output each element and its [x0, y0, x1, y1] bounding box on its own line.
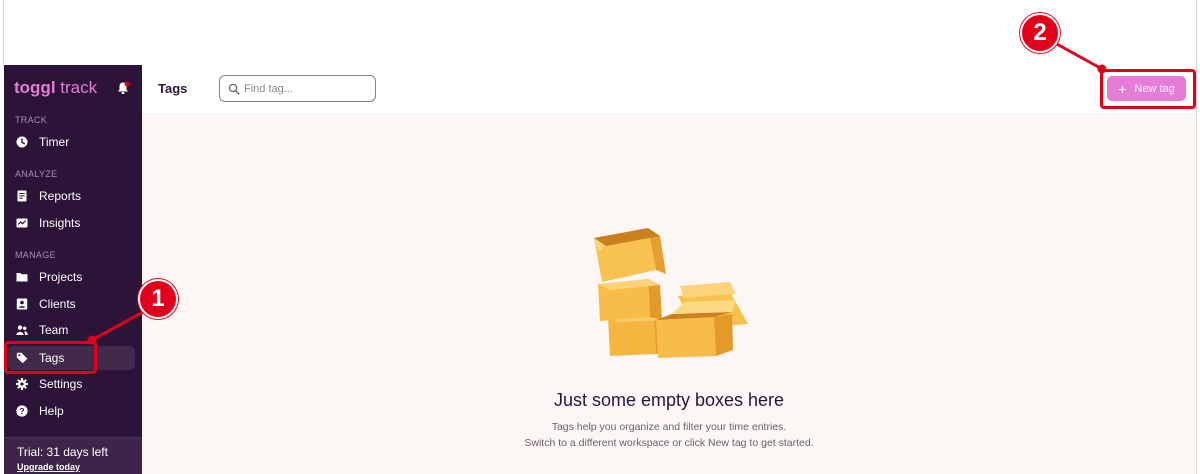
sidebar-item-projects[interactable]: Projects — [8, 265, 135, 289]
sidebar: toggl track TRACK Timer ANALYZE Reports … — [4, 65, 142, 474]
section-label-analyze: ANALYZE — [15, 169, 58, 179]
trial-banner: Trial: 31 days left Upgrade today — [4, 437, 142, 474]
upgrade-link[interactable]: Upgrade today — [17, 462, 80, 472]
trial-status-text: Trial: 31 days left — [17, 445, 108, 459]
clock-icon — [16, 136, 28, 148]
sidebar-item-insights[interactable]: Insights — [8, 211, 135, 235]
window-left-edge — [3, 0, 4, 65]
chart-icon — [16, 218, 28, 228]
empty-state-line-2: Switch to a different workspace or click… — [524, 437, 814, 449]
client-icon — [16, 298, 28, 310]
window-right-edge — [1196, 0, 1197, 474]
section-label-manage: MANAGE — [15, 250, 56, 260]
empty-boxes-illustration — [594, 228, 748, 358]
sidebar-item-settings[interactable]: Settings — [8, 372, 135, 396]
box-top — [594, 228, 666, 282]
callout-highlight-tags — [4, 341, 97, 374]
sidebar-item-help[interactable]: ? Help — [8, 399, 135, 423]
sidebar-item-clients[interactable]: Clients — [8, 292, 135, 316]
help-icon: ? — [16, 405, 28, 417]
sidebar-item-label: Projects — [39, 270, 83, 284]
app-logo[interactable]: toggl track — [14, 78, 97, 98]
search-icon — [228, 83, 240, 95]
sidebar-item-label: Clients — [39, 297, 76, 311]
step-badge-2: 2 — [1020, 13, 1060, 53]
box-right — [656, 282, 748, 358]
document-icon — [17, 190, 27, 202]
section-label-track: TRACK — [15, 115, 48, 125]
tags-content-area: Just some empty boxes here Tags help you… — [142, 116, 1196, 474]
step-badge-1: 1 — [138, 279, 178, 319]
page-title: Tags — [158, 81, 188, 96]
sidebar-item-label: Timer — [39, 135, 70, 149]
sidebar-item-label: Reports — [39, 189, 82, 203]
gear-icon — [16, 378, 28, 390]
search-input[interactable] — [244, 80, 369, 98]
svg-text:?: ? — [19, 406, 24, 416]
team-icon — [16, 325, 28, 335]
sidebar-item-label: Team — [39, 323, 69, 337]
sidebar-item-label: Help — [39, 404, 64, 418]
sidebar-item-label: Insights — [39, 216, 81, 230]
sidebar-item-team[interactable]: Team — [8, 318, 135, 342]
notification-bell-icon[interactable] — [116, 81, 130, 95]
search-field[interactable] — [219, 75, 376, 102]
logo-wordmark-toggl: toggl — [14, 78, 56, 97]
empty-state-line-1: Tags help you organize and filter your t… — [551, 421, 787, 433]
sidebar-item-timer[interactable]: Timer — [8, 130, 135, 154]
folder-icon — [16, 273, 28, 282]
sidebar-item-reports[interactable]: Reports — [8, 184, 135, 208]
callout-highlight-new-tag — [1100, 69, 1196, 109]
empty-state-description: Tags help you organize and filter your t… — [142, 419, 1196, 451]
logo-wordmark-track: track — [60, 78, 98, 97]
page-header: Tags + New tag — [142, 65, 1196, 115]
box-middle — [598, 279, 662, 321]
empty-state-title: Just some empty boxes here — [553, 390, 785, 410]
sidebar-item-label: Settings — [39, 377, 83, 391]
